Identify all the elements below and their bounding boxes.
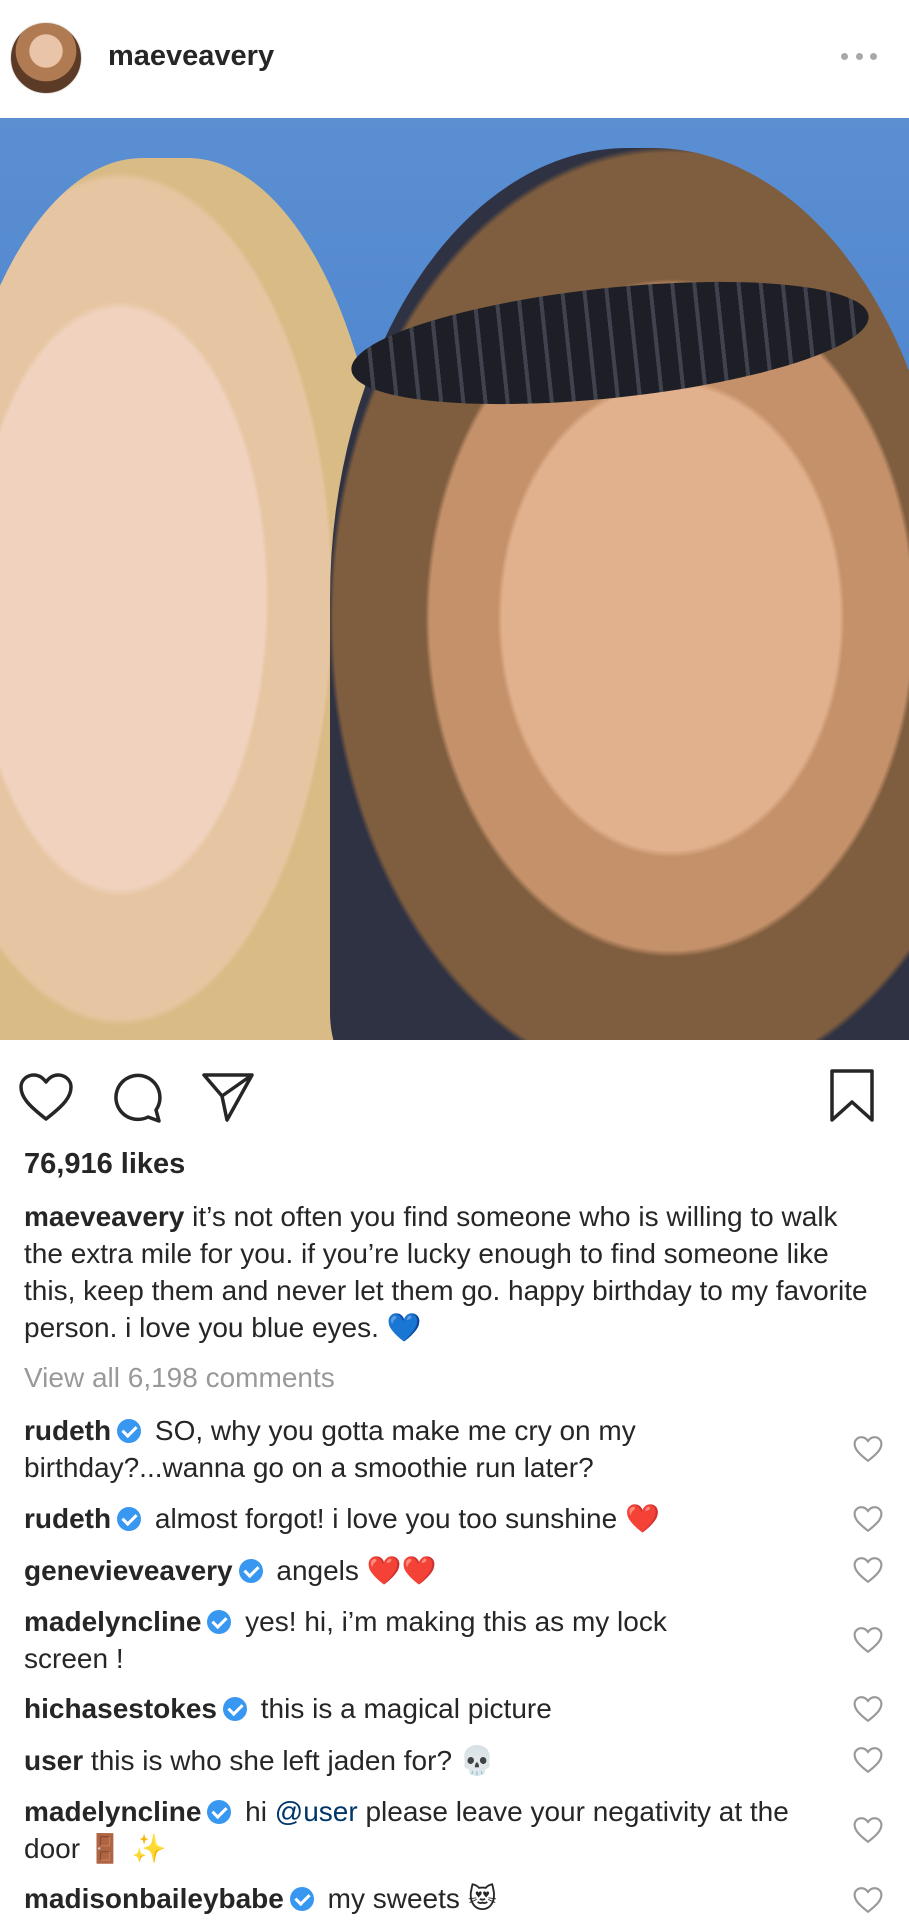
- comment-text: hi: [237, 1796, 275, 1827]
- post-photo[interactable]: [0, 118, 909, 1040]
- avatar[interactable]: [10, 22, 82, 94]
- comment-emoji: 🚪 ✨: [87, 1832, 167, 1865]
- caption-emoji: 💙: [386, 1311, 422, 1344]
- comment-username[interactable]: genevieveavery: [24, 1555, 233, 1586]
- comment: madelyncline yes! hi, i’m making this as…: [24, 1603, 724, 1677]
- comment-emoji: 💀: [459, 1744, 495, 1777]
- comment-username[interactable]: rudeth: [24, 1503, 111, 1534]
- comment-username[interactable]: user: [24, 1745, 83, 1776]
- comment-text: my sweets: [319, 1883, 468, 1914]
- action-bar: [0, 1040, 909, 1150]
- comment-text: SO, why you gotta make me cry on my birt…: [24, 1415, 636, 1483]
- share-icon[interactable]: [200, 1070, 256, 1124]
- comment-emoji: 😻: [467, 1882, 497, 1915]
- more-options-icon[interactable]: [841, 38, 877, 74]
- post-caption: maeveavery it’s not often you find someo…: [24, 1198, 884, 1346]
- comment-emoji: ❤️: [624, 1502, 660, 1535]
- photo-person-right: [330, 148, 909, 1040]
- bookmark-icon[interactable]: [829, 1068, 875, 1124]
- comment: rudeth SO, why you gotta make me cry on …: [24, 1412, 834, 1486]
- comment-username[interactable]: madelyncline: [24, 1606, 201, 1637]
- view-all-comments-link[interactable]: View all 6,198 comments: [24, 1362, 335, 1394]
- post-header: maeveavery: [0, 0, 909, 118]
- comment-like-heart-icon[interactable]: [853, 1886, 883, 1916]
- comment-text: angels: [268, 1555, 367, 1586]
- comment-icon[interactable]: [110, 1070, 164, 1124]
- comment-emoji: ❤️❤️: [366, 1554, 437, 1587]
- comment-username[interactable]: rudeth: [24, 1415, 111, 1446]
- verified-badge-icon: [223, 1697, 247, 1721]
- comment-text: this is who she left jaden for?: [83, 1745, 460, 1776]
- verified-badge-icon: [117, 1419, 142, 1443]
- comment-username[interactable]: madisonbaileybabe: [24, 1883, 284, 1914]
- comment-like-heart-icon[interactable]: [853, 1435, 883, 1465]
- comment-username[interactable]: hichasestokes: [24, 1693, 217, 1724]
- heart-icon[interactable]: [18, 1072, 74, 1122]
- comment-username[interactable]: madelyncline: [24, 1796, 201, 1827]
- comment: madelyncline hi @user please leave your …: [24, 1793, 834, 1867]
- like-count[interactable]: 76,916 likes: [24, 1148, 185, 1181]
- comment-like-heart-icon[interactable]: [853, 1746, 883, 1776]
- comment-mention[interactable]: @user: [275, 1796, 358, 1827]
- comment-text: this is a magical picture: [253, 1693, 552, 1724]
- comment: rudeth almost forgot! i love you too sun…: [24, 1500, 834, 1537]
- comment-text: almost forgot! i love you too sunshine: [147, 1503, 625, 1534]
- comment-like-heart-icon[interactable]: [853, 1556, 883, 1586]
- verified-badge-icon: [207, 1800, 232, 1824]
- comment-like-heart-icon[interactable]: [853, 1816, 883, 1846]
- post-username[interactable]: maeveavery: [108, 40, 274, 73]
- comment: madisonbaileybabe my sweets 😻: [24, 1880, 834, 1917]
- caption-username[interactable]: maeveavery: [24, 1201, 184, 1232]
- comment: genevieveavery angels ❤️❤️: [24, 1552, 834, 1589]
- comment: hichasestokes this is a magical picture: [24, 1690, 834, 1727]
- comment-like-heart-icon[interactable]: [853, 1505, 883, 1535]
- comment-like-heart-icon[interactable]: [853, 1626, 883, 1656]
- comment-like-heart-icon[interactable]: [853, 1695, 883, 1725]
- comment: user this is who she left jaden for? 💀: [24, 1742, 834, 1779]
- verified-badge-icon: [238, 1559, 263, 1583]
- verified-badge-icon: [289, 1887, 314, 1911]
- verified-badge-icon: [207, 1610, 232, 1634]
- verified-badge-icon: [117, 1507, 142, 1531]
